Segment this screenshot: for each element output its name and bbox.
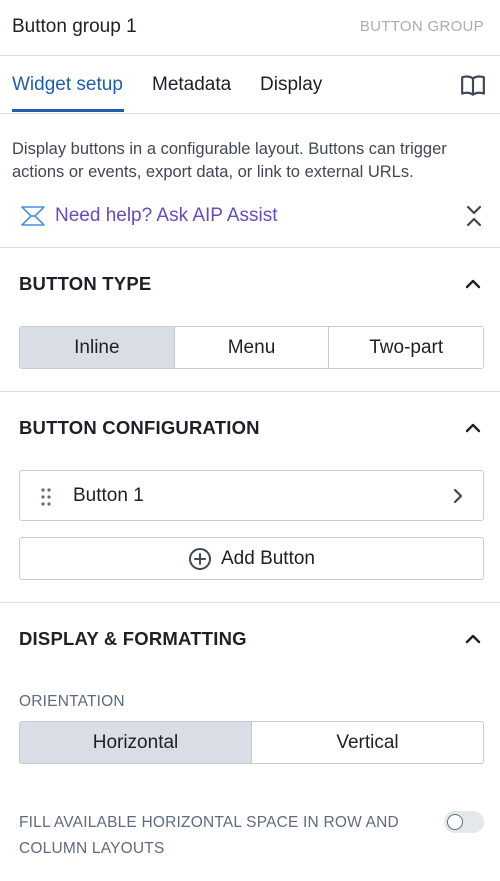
chevron-right-icon: [453, 488, 463, 504]
button-type-inline[interactable]: Inline: [20, 327, 174, 368]
divider: [0, 602, 500, 603]
button-type-menu[interactable]: Menu: [173, 327, 329, 368]
button-type-selector: Inline Menu Two-part: [19, 326, 484, 369]
add-button-label: Add Button: [220, 547, 316, 569]
section-title-button-type: BUTTON TYPE: [19, 273, 152, 294]
panel-header: Button group 1 BUTTON GROUP: [0, 0, 500, 56]
aip-assist-icon: [21, 206, 45, 226]
divider: [0, 391, 500, 392]
collapse-icon[interactable]: [462, 204, 486, 228]
aip-assist-link[interactable]: Need help? Ask AIP Assist: [20, 202, 278, 230]
fill-space-toggle[interactable]: [444, 811, 484, 833]
section-title-button-configuration: BUTTON CONFIGURATION: [19, 417, 260, 438]
orientation-horizontal[interactable]: Horizontal: [20, 722, 251, 763]
orientation-selector: Horizontal Vertical: [19, 721, 484, 764]
drag-handle-icon[interactable]: [40, 487, 52, 507]
tab-bar: Widget setup Metadata Display: [0, 56, 500, 114]
tab-widget-setup[interactable]: Widget setup: [12, 74, 123, 96]
widget-type-label: BUTTON GROUP: [359, 18, 484, 35]
chevron-up-icon[interactable]: [462, 628, 484, 650]
chevron-up-icon[interactable]: [462, 273, 484, 295]
orientation-vertical[interactable]: Vertical: [251, 722, 483, 763]
plus-circle-icon: [188, 547, 211, 570]
fill-space-label-line2: COLUMN LAYOUTS: [19, 840, 165, 857]
book-icon[interactable]: [460, 73, 486, 99]
section-title-display-formatting: DISPLAY & FORMATTING: [19, 628, 247, 649]
tab-display[interactable]: Display: [260, 74, 322, 96]
chevron-up-icon[interactable]: [462, 417, 484, 439]
button-type-two-part[interactable]: Two-part: [328, 327, 483, 368]
widget-description: Display buttons in a configurable layout…: [12, 140, 447, 181]
active-tab-indicator: [12, 109, 124, 112]
aip-assist-label: Need help? Ask AIP Assist: [55, 205, 278, 226]
widget-title[interactable]: Button group 1: [12, 16, 137, 38]
button-item-label: Button 1: [73, 485, 144, 506]
fill-space-label-line1: FILL AVAILABLE HORIZONTAL SPACE IN ROW A…: [19, 814, 399, 831]
button-list-item[interactable]: Button 1: [19, 470, 484, 521]
divider: [0, 247, 500, 248]
toggle-knob: [447, 814, 463, 830]
orientation-label: ORIENTATION: [19, 693, 125, 710]
add-button[interactable]: Add Button: [19, 537, 484, 580]
tab-metadata[interactable]: Metadata: [152, 74, 231, 96]
